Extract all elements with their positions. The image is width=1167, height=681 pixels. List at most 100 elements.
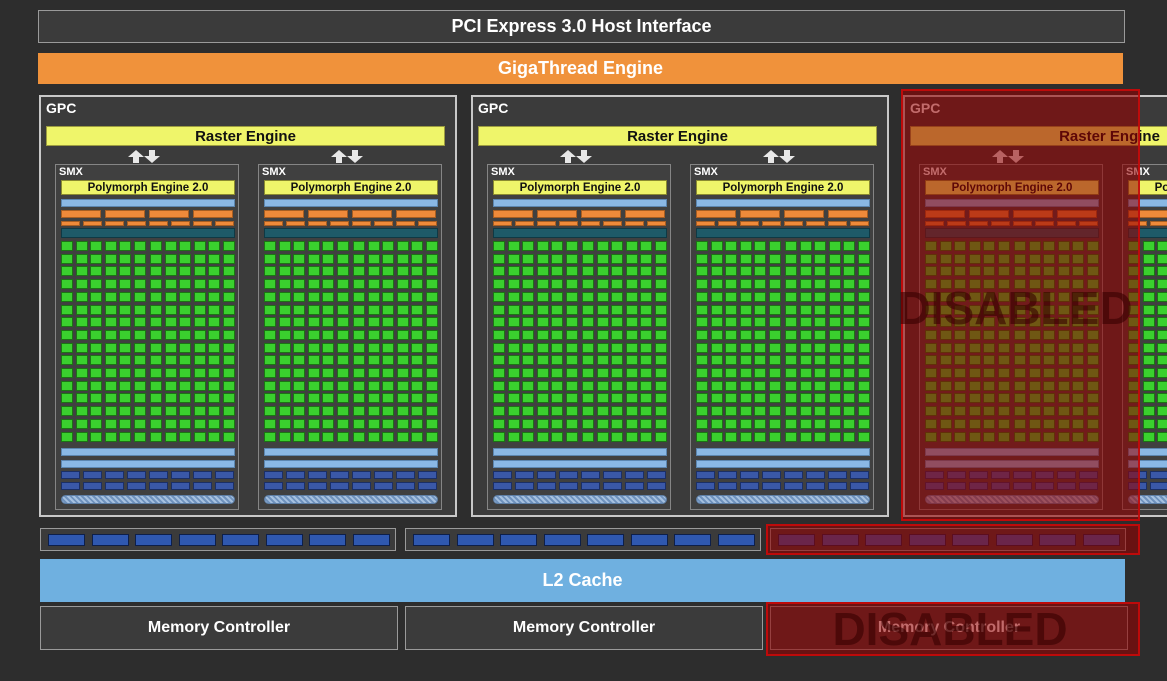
cuda-core — [1143, 393, 1155, 404]
cuda-core — [76, 342, 88, 353]
cuda-core — [829, 253, 841, 264]
cuda-core — [1143, 329, 1155, 340]
cuda-core — [337, 329, 349, 340]
polymorph-engine: Polymorph Engine 2.0 — [493, 180, 667, 195]
cuda-core — [353, 241, 365, 251]
cuda-core — [829, 317, 841, 328]
cuda-core — [1143, 342, 1155, 353]
warp-scheduler — [193, 210, 233, 218]
cuda-core — [597, 355, 609, 366]
cuda-core — [382, 253, 394, 264]
cuda-core — [696, 241, 708, 251]
cuda-core — [740, 418, 752, 429]
cuda-core — [411, 368, 423, 378]
cuda-core — [76, 241, 88, 251]
cuda-core — [843, 291, 855, 302]
texture-units — [61, 495, 235, 504]
cuda-core — [134, 266, 146, 277]
cuda-core — [1143, 241, 1155, 251]
cuda-core — [1157, 241, 1167, 251]
cuda-core — [353, 329, 365, 340]
special-function-unit — [762, 482, 781, 490]
cuda-core — [61, 317, 73, 328]
cuda-core — [426, 329, 438, 340]
cuda-core — [223, 329, 235, 340]
cuda-core — [119, 304, 131, 315]
cuda-core — [785, 406, 797, 417]
cuda-core — [76, 253, 88, 264]
cuda-core — [105, 329, 117, 340]
cuda-core — [800, 380, 812, 391]
smx-label: SMX — [491, 166, 515, 178]
cuda-core — [1143, 253, 1155, 264]
cuda-core — [411, 355, 423, 366]
cuda-core — [843, 431, 855, 442]
cuda-core — [785, 368, 797, 378]
special-function-unit — [718, 482, 737, 490]
cuda-core — [76, 393, 88, 404]
cuda-core — [61, 253, 73, 264]
cuda-core — [194, 380, 206, 391]
cuda-core — [582, 342, 594, 353]
instruction-cache — [61, 199, 235, 207]
cuda-core — [696, 342, 708, 353]
cuda-core — [843, 380, 855, 391]
cuda-core — [655, 317, 667, 328]
cuda-core — [711, 406, 723, 417]
cuda-core — [858, 317, 870, 328]
special-function-unit — [308, 482, 327, 490]
warp-scheduler — [537, 210, 577, 218]
cuda-core — [814, 291, 826, 302]
cuda-core — [165, 368, 177, 378]
cuda-core — [293, 266, 305, 277]
cuda-core — [382, 406, 394, 417]
cuda-core — [800, 431, 812, 442]
cuda-core — [279, 304, 291, 315]
cuda-core — [655, 266, 667, 277]
cuda-core — [134, 418, 146, 429]
cuda-core — [194, 431, 206, 442]
cuda-core — [640, 380, 652, 391]
cuda-core — [566, 380, 578, 391]
cuda-core — [223, 266, 235, 277]
cuda-core — [119, 342, 131, 353]
cuda-core — [655, 304, 667, 315]
cuda-core — [1143, 406, 1155, 417]
cuda-core — [264, 355, 276, 366]
cuda-core — [640, 406, 652, 417]
cuda-core — [640, 329, 652, 340]
polymorph-engine: Polymorph Engine 2.0 — [61, 180, 235, 195]
cuda-core — [858, 380, 870, 391]
dispatch-unit — [625, 221, 644, 226]
cuda-core — [814, 355, 826, 366]
dispatch-unit — [740, 221, 759, 226]
cuda-core — [508, 317, 520, 328]
cuda-core — [264, 431, 276, 442]
cuda-core — [279, 329, 291, 340]
cuda-core — [566, 406, 578, 417]
cuda-core — [740, 368, 752, 378]
cuda-core — [90, 266, 102, 277]
cuda-core — [566, 393, 578, 404]
cuda-core — [769, 368, 781, 378]
special-function-unit — [696, 482, 715, 490]
cuda-core — [725, 368, 737, 378]
cuda-core — [640, 266, 652, 277]
cuda-core — [640, 418, 652, 429]
smx-label: SMX — [59, 166, 83, 178]
cuda-core — [597, 393, 609, 404]
cuda-core — [119, 406, 131, 417]
cuda-core — [858, 342, 870, 353]
cuda-core — [1157, 291, 1167, 302]
cuda-core — [696, 368, 708, 378]
cuda-core — [597, 368, 609, 378]
cuda-core — [537, 304, 549, 315]
cuda-core — [411, 431, 423, 442]
cuda-core — [626, 279, 638, 290]
cuda-core — [858, 241, 870, 251]
cuda-core — [293, 329, 305, 340]
cuda-core — [179, 279, 191, 290]
cuda-core — [493, 342, 505, 353]
cuda-core — [1157, 253, 1167, 264]
cuda-core — [76, 266, 88, 277]
